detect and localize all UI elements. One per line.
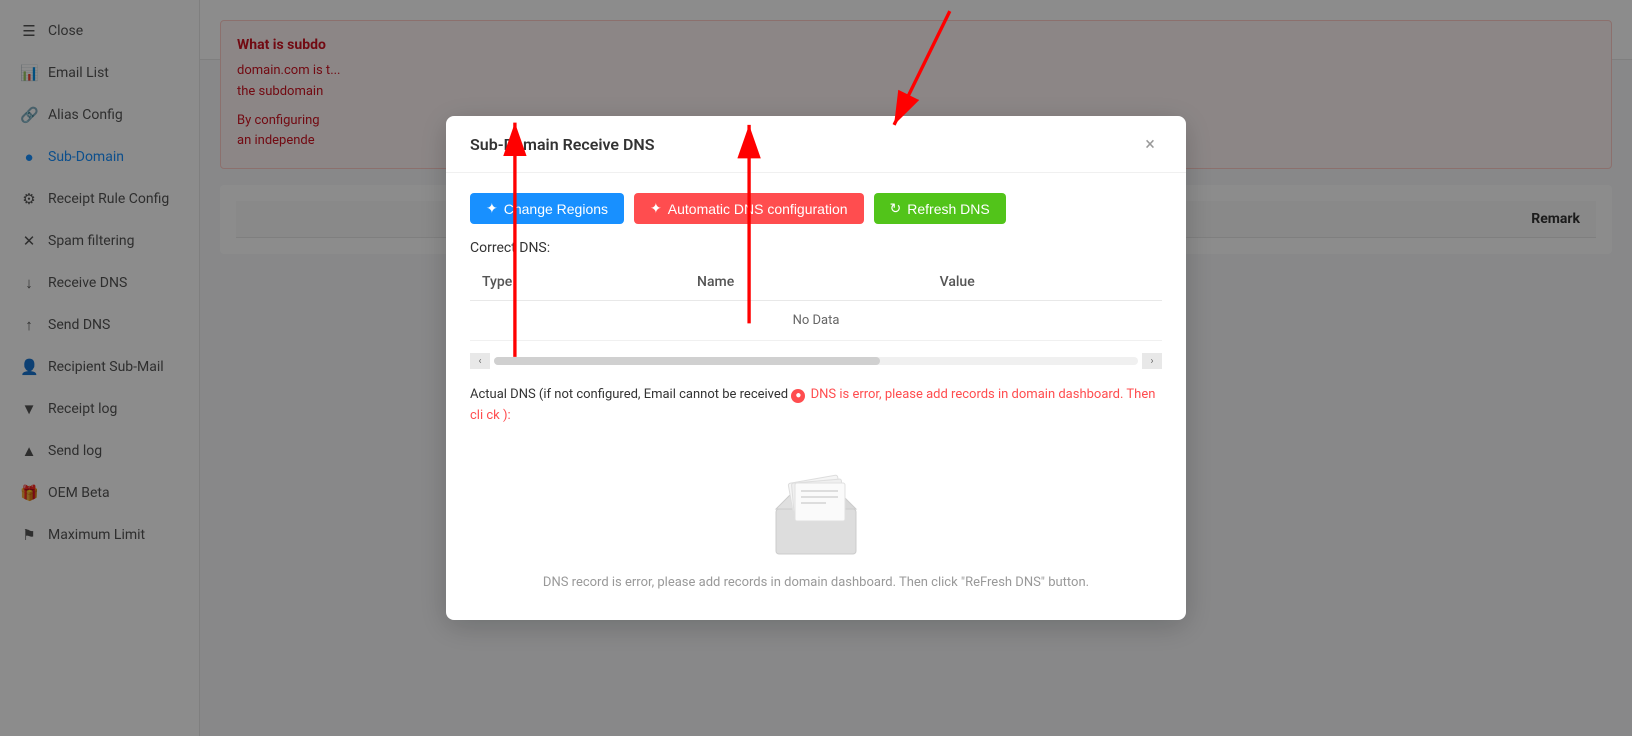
col-value: Value xyxy=(928,264,1162,301)
scroll-left-arrow[interactable]: ‹ xyxy=(470,353,490,369)
modal-dialog: Sub-Domain Receive DNS × ✦ Change Region… xyxy=(446,116,1186,620)
scroll-thumb[interactable] xyxy=(494,357,880,365)
change-regions-button[interactable]: ✦ Change Regions xyxy=(470,193,624,224)
dns-error-icon: ● xyxy=(791,389,805,403)
refresh-dns-button[interactable]: ↻ Refresh DNS xyxy=(874,193,1006,224)
empty-state: DNS record is error, please add records … xyxy=(470,439,1162,600)
modal-close-button[interactable]: × xyxy=(1138,132,1162,156)
col-type: Type xyxy=(470,264,685,301)
action-buttons-row: ✦ Change Regions ✦ Automatic DNS configu… xyxy=(470,193,1162,224)
location-icon: ✦ xyxy=(486,200,498,217)
auto-dns-button[interactable]: ✦ Automatic DNS configuration xyxy=(634,193,864,224)
actual-dns-section: Actual DNS (if not configured, Email can… xyxy=(470,385,1162,427)
scroll-track[interactable] xyxy=(494,357,1138,365)
dns-table: Type Name Value No Data xyxy=(470,264,1162,341)
modal-header: Sub-Domain Receive DNS × xyxy=(446,116,1186,173)
horizontal-scrollbar[interactable]: ‹ › xyxy=(470,353,1162,369)
modal-body: ✦ Change Regions ✦ Automatic DNS configu… xyxy=(446,173,1186,620)
col-name: Name xyxy=(685,264,928,301)
no-data-cell: No Data xyxy=(470,301,1162,341)
scroll-right-arrow[interactable]: › xyxy=(1142,353,1162,369)
empty-illustration xyxy=(756,459,876,559)
modal-overlay: Sub-Domain Receive DNS × ✦ Change Region… xyxy=(200,0,1632,736)
empty-state-text: DNS record is error, please add records … xyxy=(543,575,1089,590)
main-content: Catch all Sub What is subdo domain.com i… xyxy=(200,0,1632,736)
correct-dns-label: Correct DNS: xyxy=(470,240,550,256)
modal-title: Sub-Domain Receive DNS xyxy=(470,135,655,154)
refresh-icon: ↻ xyxy=(890,200,902,217)
settings-icon: ✦ xyxy=(650,200,662,217)
